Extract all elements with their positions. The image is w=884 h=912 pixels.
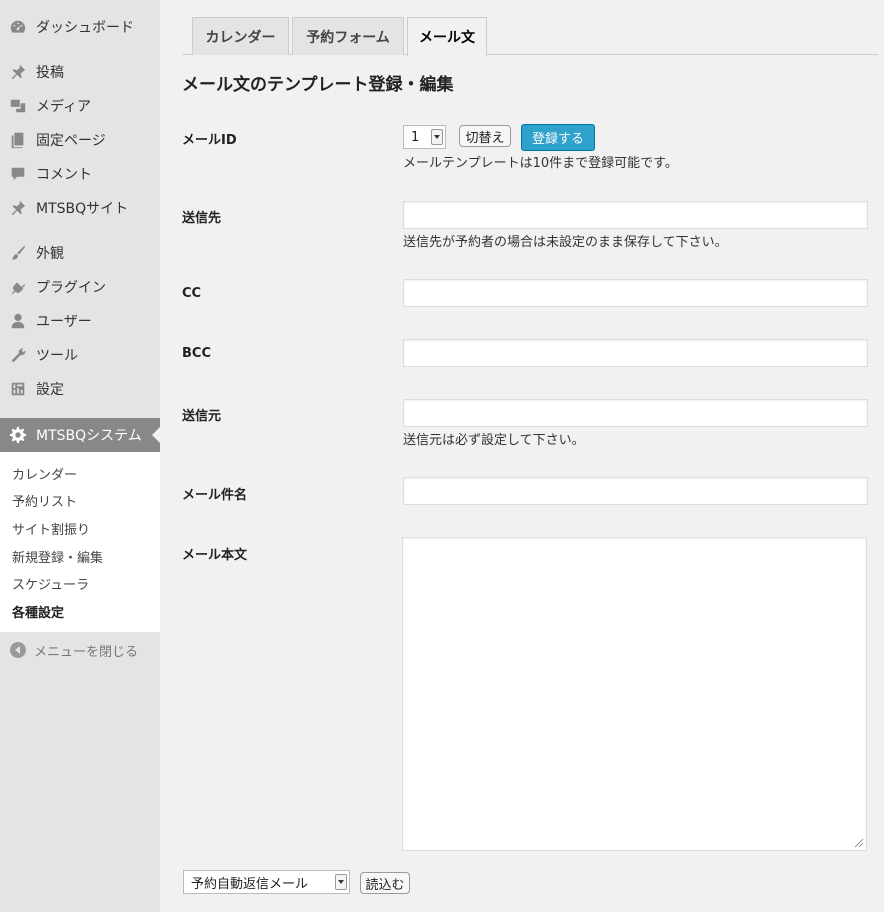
register-button[interactable]: 登録する [521, 124, 595, 151]
plug-icon [8, 277, 28, 297]
page-title: メール文のテンプレート登録・編集 [182, 75, 454, 95]
menu-appearance[interactable]: 外観 [0, 236, 160, 270]
menu-label: コメント [36, 167, 92, 183]
body-textarea[interactable] [402, 537, 867, 851]
user-icon [8, 311, 28, 331]
template-select-value: 予約自動返信メール [191, 876, 309, 892]
menu-label: メディア [36, 99, 92, 115]
menu-dashboard[interactable]: ダッシュボード [0, 10, 160, 44]
body-label: メール本文 [182, 548, 248, 563]
menu-users[interactable]: ユーザー [0, 304, 160, 338]
wrench-icon [8, 345, 28, 365]
cc-input[interactable] [403, 279, 868, 307]
menu-label: 設定 [36, 382, 64, 398]
menu-settings[interactable]: 設定 [0, 372, 160, 406]
submenu-item-calendar[interactable]: カレンダー [12, 464, 77, 483]
mail-id-hint: メールテンプレートは10件まで登録可能です。 [403, 156, 678, 171]
pin-icon [8, 198, 28, 218]
submenu-item-new-edit[interactable]: 新規登録・編集 [12, 547, 103, 566]
to-input[interactable] [403, 201, 868, 229]
switch-button[interactable]: 切替え [459, 125, 511, 147]
menu-label: 投稿 [36, 65, 64, 81]
from-input[interactable] [403, 399, 868, 427]
template-select[interactable]: 予約自動返信メール [183, 870, 350, 894]
brush-icon [8, 243, 28, 263]
collapse-label: メニューを閉じる [34, 644, 139, 660]
menu-label: ダッシュボード [36, 20, 134, 36]
menu-comments[interactable]: コメント [0, 157, 160, 191]
menu-mtsbq-system[interactable]: MTSBQシステム [0, 418, 160, 452]
menu-label: ユーザー [36, 314, 92, 330]
load-button[interactable]: 読込む [360, 872, 410, 894]
admin-sidebar: ダッシュボード 投稿 メディア 固定ページ コメント MTSBQサイト 外観 プ… [0, 0, 160, 912]
dropdown-arrow-icon [335, 874, 347, 890]
to-label: 送信先 [182, 211, 222, 226]
settings-icon [8, 379, 28, 399]
to-hint: 送信先が予約者の場合は未設定のまま保存して下さい。 [403, 235, 728, 250]
dashboard-icon [8, 17, 28, 37]
resize-grip-icon[interactable] [854, 838, 864, 848]
menu-label: プラグイン [36, 280, 106, 296]
bcc-label: BCC [182, 346, 211, 361]
pin-icon [8, 62, 28, 82]
menu-plugins[interactable]: プラグイン [0, 270, 160, 304]
menu-tools[interactable]: ツール [0, 338, 160, 372]
page-icon [8, 130, 28, 150]
submenu-item-settings[interactable]: 各種設定 [12, 602, 64, 621]
menu-label: 固定ページ [36, 133, 106, 149]
bcc-input[interactable] [403, 339, 868, 367]
menu-media[interactable]: メディア [0, 89, 160, 123]
media-icon [8, 96, 28, 116]
tab-calendar[interactable]: カレンダー [192, 17, 289, 55]
tab-reservation-form[interactable]: 予約フォーム [292, 17, 404, 55]
tab-bar: カレンダー 予約フォーム メール文 [182, 16, 878, 56]
dropdown-arrow-icon [431, 129, 443, 145]
submenu-item-scheduler[interactable]: スケジューラ [12, 574, 89, 593]
menu-label: 外観 [36, 246, 64, 262]
mail-id-value: 1 [411, 129, 420, 145]
from-hint: 送信元は必ず設定して下さい。 [403, 433, 585, 448]
submenu: カレンダー 予約リスト サイト割振り 新規登録・編集 スケジューラ 各種設定 [0, 452, 160, 632]
menu-label: MTSBQサイト [36, 201, 129, 217]
menu-label: MTSBQシステム [36, 428, 142, 444]
comment-icon [8, 164, 28, 184]
cc-label: CC [182, 286, 202, 301]
menu-posts[interactable]: 投稿 [0, 55, 160, 89]
menu-mtsbq-site[interactable]: MTSBQサイト [0, 191, 160, 225]
submenu-item-site-allocation[interactable]: サイト割振り [12, 519, 90, 538]
gear-icon [8, 425, 28, 445]
mail-id-label: メールID [182, 133, 237, 148]
menu-label: ツール [36, 348, 78, 364]
mail-id-select[interactable]: 1 [403, 125, 446, 149]
from-label: 送信元 [182, 409, 222, 424]
menu-pages[interactable]: 固定ページ [0, 123, 160, 157]
collapse-icon [10, 642, 26, 658]
collapse-menu-button[interactable]: メニューを閉じる [0, 636, 160, 664]
submenu-item-reservation-list[interactable]: 予約リスト [12, 491, 77, 510]
tab-mail-text[interactable]: メール文 [407, 17, 487, 56]
subject-input[interactable] [403, 477, 868, 505]
subject-label: メール件名 [182, 488, 248, 503]
